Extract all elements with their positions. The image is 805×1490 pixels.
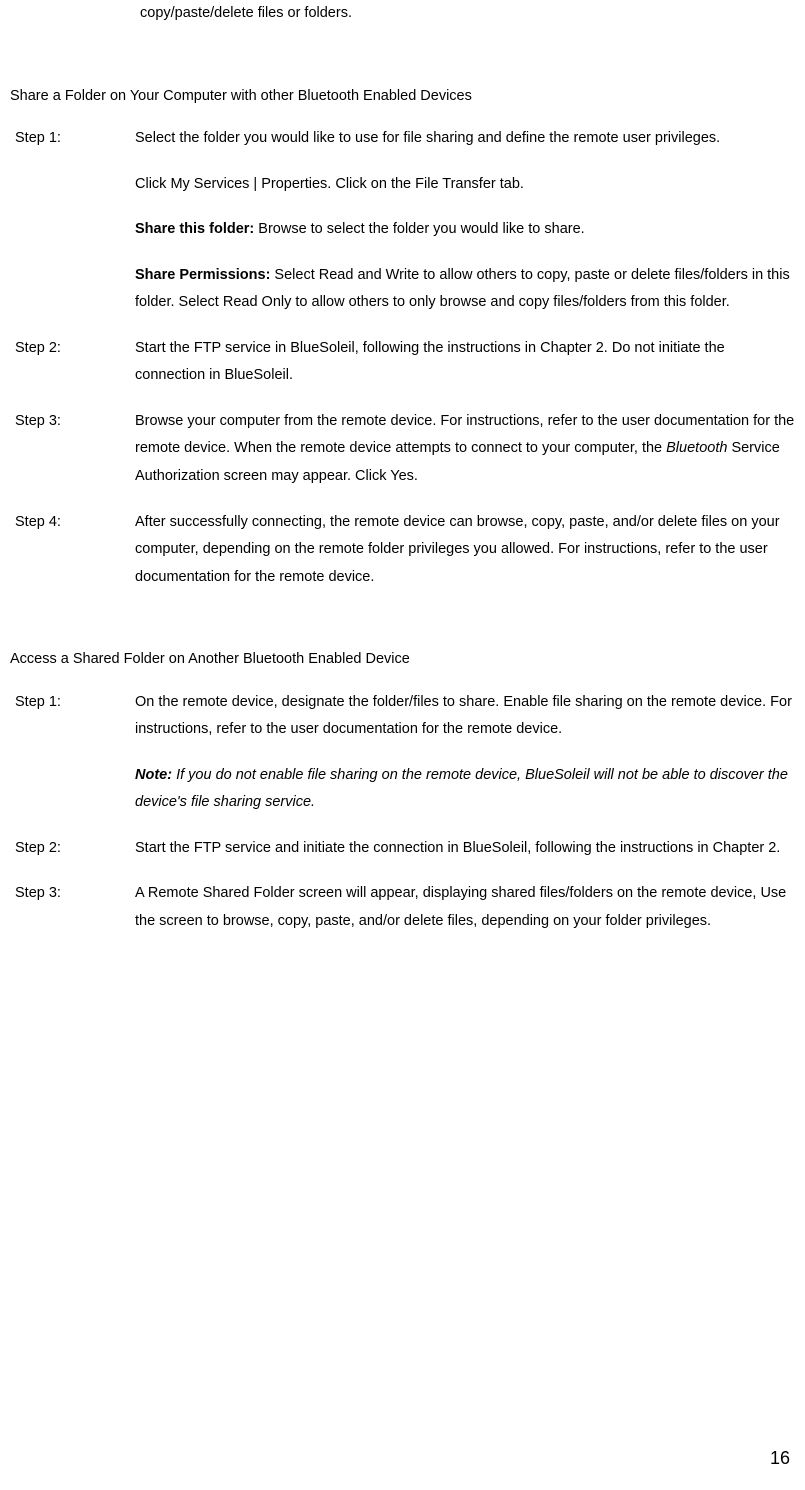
step-row: Step 2: Start the FTP service in BlueSol… xyxy=(15,335,795,390)
bold-label: Share Permissions: xyxy=(135,267,270,283)
step-label: Step 1: xyxy=(15,689,135,817)
step-text: A Remote Shared Folder screen will appea… xyxy=(135,880,795,935)
page-number: 16 xyxy=(770,1441,790,1475)
text-span: If you do not enable file sharing on the… xyxy=(135,767,788,811)
document-page: copy/paste/delete files or folders. Shar… xyxy=(0,0,805,1490)
top-fragment-text: copy/paste/delete files or folders. xyxy=(140,0,795,28)
step-label: Step 3: xyxy=(15,880,135,935)
step-text: Browse your computer from the remote dev… xyxy=(135,408,795,491)
step-text: Select the folder you would like to use … xyxy=(135,125,795,153)
step-text: Start the FTP service in BlueSoleil, fol… xyxy=(135,335,795,390)
step-text: On the remote device, designate the fold… xyxy=(135,689,795,744)
section-heading-1: Share a Folder on Your Computer with oth… xyxy=(10,83,795,111)
step-label: Step 1: xyxy=(15,125,135,317)
section1-steps: Step 1: Select the folder you would like… xyxy=(15,125,795,591)
text-span: Browse to select the folder you would li… xyxy=(254,221,584,237)
step-row: Step 4: After successfully connecting, t… xyxy=(15,509,795,592)
step-label: Step 4: xyxy=(15,509,135,592)
step-text: After successfully connecting, the remot… xyxy=(135,509,795,592)
bold-label: Share this folder: xyxy=(135,221,254,237)
step-row: Step 1: Select the folder you would like… xyxy=(15,125,795,317)
step-label: Step 3: xyxy=(15,408,135,491)
section-heading-2: Access a Shared Folder on Another Blueto… xyxy=(10,646,795,674)
step-body: Start the FTP service and initiate the c… xyxy=(135,835,795,863)
step-body: On the remote device, designate the fold… xyxy=(135,689,795,817)
italic-text: Bluetooth xyxy=(666,440,727,456)
step-text: Share Permissions: Select Read and Write… xyxy=(135,262,795,317)
step-body: A Remote Shared Folder screen will appea… xyxy=(135,880,795,935)
step-row: Step 3: A Remote Shared Folder screen wi… xyxy=(15,880,795,935)
step-text: Start the FTP service and initiate the c… xyxy=(135,835,795,863)
step-row: Step 1: On the remote device, designate … xyxy=(15,689,795,817)
step-body: Start the FTP service in BlueSoleil, fol… xyxy=(135,335,795,390)
bold-label: Note: xyxy=(135,767,172,783)
step-row: Step 2: Start the FTP service and initia… xyxy=(15,835,795,863)
step-body: Select the folder you would like to use … xyxy=(135,125,795,317)
step-text: Click My Services | Properties. Click on… xyxy=(135,171,795,199)
section2-steps: Step 1: On the remote device, designate … xyxy=(15,689,795,936)
step-label: Step 2: xyxy=(15,835,135,863)
step-body: After successfully connecting, the remot… xyxy=(135,509,795,592)
note-text: Note: If you do not enable file sharing … xyxy=(135,762,795,817)
step-body: Browse your computer from the remote dev… xyxy=(135,408,795,491)
step-label: Step 2: xyxy=(15,335,135,390)
step-text: Share this folder: Browse to select the … xyxy=(135,216,795,244)
step-row: Step 3: Browse your computer from the re… xyxy=(15,408,795,491)
